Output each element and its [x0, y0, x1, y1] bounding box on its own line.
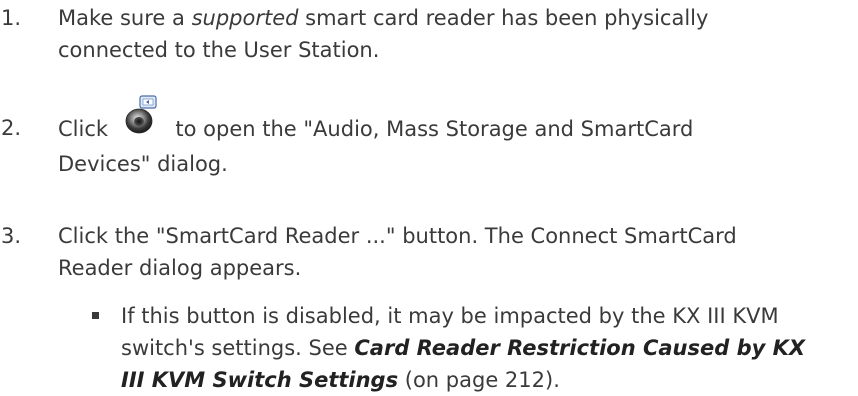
- step-number: 1.: [1, 6, 22, 30]
- step-text: Click to open the "Audio, Mass Storage a…: [58, 95, 848, 180]
- note-text: If this button is disabled, it may be im…: [121, 304, 806, 392]
- step-number: 3.: [1, 224, 22, 248]
- document-page: 1. Make sure a supported smart card read…: [0, 0, 858, 392]
- emphasis-supported: supported: [191, 6, 299, 30]
- cross-reference-link[interactable]: Card Reader Restriction Caused by KX: [354, 336, 805, 360]
- audio-smartcard-devices-icon[interactable]: [121, 95, 163, 144]
- step-text: Click the "SmartCard Reader ..." button.…: [58, 224, 737, 280]
- step-text: Make sure a supported smart card reader …: [58, 6, 709, 62]
- step-number: 2.: [1, 116, 22, 140]
- bullet-marker: [92, 312, 99, 319]
- cross-reference-link-continued[interactable]: III KVM Switch Settings: [121, 368, 398, 392]
